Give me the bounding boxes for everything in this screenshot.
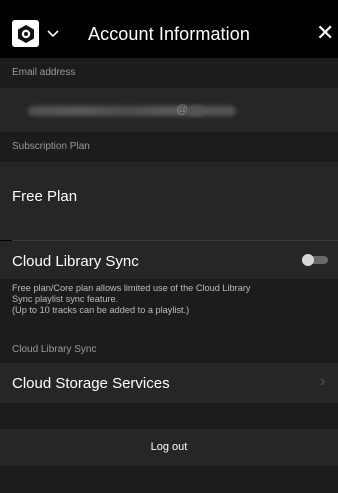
close-icon[interactable]: ✕ <box>316 22 336 44</box>
chevron-right-icon: › <box>320 373 326 390</box>
info-line: Free plan/Core plan allows limited use o… <box>12 283 251 293</box>
cloud-storage-services-row[interactable]: Cloud Storage Services › <box>0 363 338 403</box>
cloud-storage-services-label: Cloud Storage Services <box>12 375 170 392</box>
page-title: Account Information <box>88 24 250 44</box>
subscription-plan-value: Free Plan <box>12 188 78 205</box>
bottom-spacer <box>0 466 338 493</box>
subscription-plan-row: Free Plan <box>0 162 338 240</box>
email-value-row: @ <box>0 88 338 132</box>
section-spacer <box>0 403 338 429</box>
cloud-library-sync-label: Cloud Library Sync <box>12 253 139 270</box>
cloud-sync-section-label: Cloud Library Sync <box>0 337 338 363</box>
toggle-knob <box>302 254 314 266</box>
info-line: (Up to 10 tracks can be added to a playl… <box>12 305 190 315</box>
cloud-library-sync-toggle[interactable] <box>302 254 328 266</box>
subscription-section-label: Subscription Plan <box>0 132 338 162</box>
cloud-sync-info-text: Free plan/Core plan allows limited use o… <box>0 279 338 337</box>
logout-button[interactable]: Log out <box>0 429 338 466</box>
email-section-label: Email address <box>0 58 338 88</box>
header-bar: Account Information ✕ <box>0 0 338 58</box>
info-line: Sync playlist sync feature. <box>12 294 119 304</box>
email-at-sign: @ <box>176 102 189 116</box>
cloud-library-sync-row[interactable]: Cloud Library Sync <box>0 241 338 279</box>
email-redacted-domain <box>188 106 236 116</box>
